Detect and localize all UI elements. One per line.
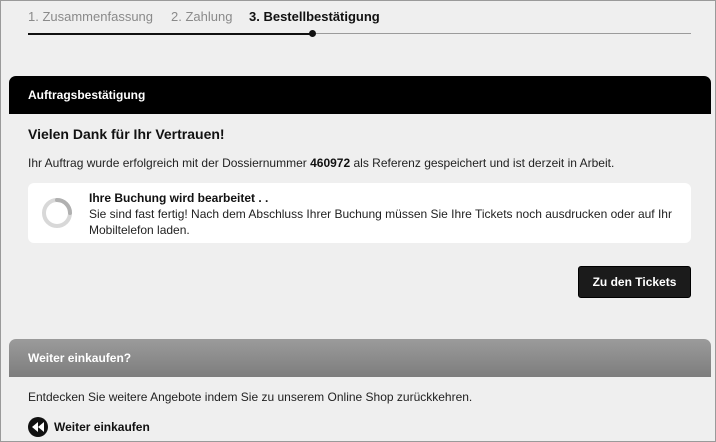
progress-line-remaining [313, 33, 691, 34]
checkout-steps: 1. Zusammenfassung 2. Zahlung 3. Bestell… [1, 1, 715, 61]
thank-you-heading: Vielen Dank für Ihr Vertrauen! [28, 126, 225, 142]
progress-marker [309, 30, 316, 37]
step-summary: 1. Zusammenfassung [28, 9, 154, 24]
status-title: Ihre Buchung wird bearbeitet . . [89, 191, 269, 205]
continue-shopping-link-label: Weiter einkaufen [54, 420, 150, 434]
order-text-before: Ihr Auftrag wurde erfolgreich mit der Do… [28, 156, 311, 170]
continue-shopping-panel: Weiter einkaufen? Entdecken Sie weitere … [9, 339, 711, 441]
dossier-number: 460972 [310, 156, 351, 170]
status-message: Sie sind fast fertig! Nach dem Abschluss… [89, 207, 672, 237]
booking-status-box: Ihre Buchung wird bearbeitet . . Sie sin… [28, 183, 691, 243]
order-reference-text: Ihr Auftrag wurde erfolgreich mit der Do… [28, 156, 614, 170]
order-text-after: als Referenz gespeichert und ist derzeit… [350, 156, 615, 170]
go-to-tickets-button[interactable]: Zu den Tickets [578, 266, 691, 298]
progress-line-completed [28, 33, 313, 35]
loading-spinner-icon [42, 198, 72, 228]
step-confirmation: 3. Bestellbestätigung [249, 9, 380, 24]
continue-shopping-title: Weiter einkaufen? [28, 351, 132, 365]
order-confirmation-panel: Auftragsbestätigung Vielen Dank für Ihr … [9, 76, 711, 324]
confirmation-header: Auftragsbestätigung [9, 76, 711, 114]
continue-shopping-header: Weiter einkaufen? [9, 339, 711, 377]
step-payment: 2. Zahlung [171, 9, 233, 24]
page-frame: 1. Zusammenfassung 2. Zahlung 3. Bestell… [0, 0, 716, 442]
rewind-icon [28, 417, 48, 437]
continue-shopping-link[interactable]: Weiter einkaufen [28, 416, 150, 438]
confirmation-header-title: Auftragsbestätigung [28, 88, 146, 102]
continue-shopping-text: Entdecken Sie weitere Angebote indem Sie… [28, 390, 473, 404]
